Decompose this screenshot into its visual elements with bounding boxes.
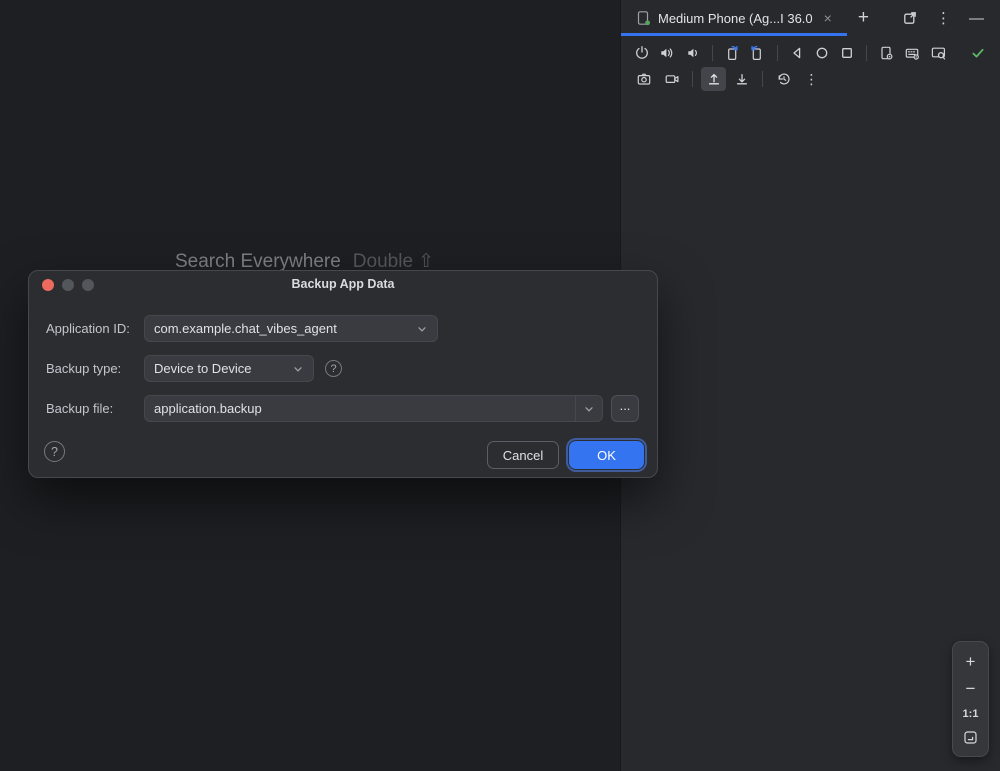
- backup-file-label: Backup file:: [46, 401, 113, 416]
- toolbar-separator: [692, 71, 693, 87]
- panel-more-icon[interactable]: ⋮: [936, 9, 951, 27]
- zoom-controls: + − 1:1: [952, 641, 989, 757]
- backup-file-combobox[interactable]: application.backup: [144, 395, 603, 422]
- minimize-icon[interactable]: —: [969, 10, 984, 27]
- device-tab-strip: Medium Phone (Ag...I 36.0 × + ⋮ —: [621, 0, 1000, 36]
- keyboard-settings-icon[interactable]: [901, 41, 923, 65]
- restore-download-icon[interactable]: [729, 67, 754, 91]
- panel-window-actions: ⋮ —: [902, 9, 1000, 27]
- device-tab[interactable]: Medium Phone (Ag...I 36.0 ×: [621, 0, 844, 36]
- toolbar-separator: [762, 71, 763, 87]
- chevron-down-icon[interactable]: [416, 323, 428, 335]
- emulator-toolbar-primary: [631, 41, 990, 65]
- screen-record-icon[interactable]: [659, 67, 684, 91]
- rotate-left-icon[interactable]: [721, 41, 743, 65]
- close-tab-icon[interactable]: ×: [820, 10, 836, 26]
- cancel-button[interactable]: Cancel: [487, 441, 559, 469]
- application-id-combobox[interactable]: com.example.chat_vibes_agent: [144, 315, 438, 342]
- active-tab-underline: [621, 33, 847, 36]
- ok-button[interactable]: OK: [569, 441, 644, 469]
- dialog-title: Backup App Data: [29, 277, 657, 291]
- power-icon[interactable]: [631, 41, 653, 65]
- toolbar-separator: [866, 45, 867, 61]
- screenshot-camera-icon[interactable]: [631, 67, 656, 91]
- overview-icon[interactable]: [836, 41, 858, 65]
- chevron-down-icon[interactable]: [292, 363, 304, 375]
- dialog-help-button[interactable]: ?: [44, 441, 65, 462]
- zoom-ratio-button[interactable]: 1:1: [963, 708, 979, 720]
- backup-app-data-dialog: Backup App Data Application ID: com.exam…: [28, 270, 658, 478]
- application-id-label: Application ID:: [46, 321, 130, 336]
- device-settings-icon[interactable]: [875, 41, 897, 65]
- emulator-toolbar-secondary: ⋮: [631, 67, 990, 91]
- home-icon[interactable]: [811, 41, 833, 65]
- shortcut-hint: Double ⇧: [353, 251, 434, 272]
- backup-type-help-icon[interactable]: ?: [325, 360, 342, 377]
- backup-type-label: Backup type:: [46, 361, 121, 376]
- check-icon[interactable]: [965, 41, 990, 65]
- toolbar-separator: [712, 45, 713, 61]
- zoom-out-button[interactable]: −: [966, 680, 976, 697]
- reset-history-icon[interactable]: [771, 67, 796, 91]
- toolbar-separator: [777, 45, 778, 61]
- browse-file-button[interactable]: ...: [611, 395, 639, 422]
- search-everywhere-label: Search Everywhere: [175, 251, 341, 272]
- running-devices-panel: Medium Phone (Ag...I 36.0 × + ⋮ —: [620, 0, 1000, 771]
- device-icon: [635, 10, 651, 26]
- volume-down-icon[interactable]: [682, 41, 704, 65]
- zoom-in-button[interactable]: +: [966, 653, 976, 670]
- device-tab-title: Medium Phone (Ag...I 36.0: [658, 11, 813, 26]
- open-in-window-icon[interactable]: [902, 10, 918, 26]
- screen-search-icon[interactable]: [926, 41, 951, 65]
- backup-upload-icon[interactable]: [701, 67, 726, 91]
- back-icon[interactable]: [785, 41, 807, 65]
- new-tab-button[interactable]: +: [852, 7, 875, 29]
- rotate-right-icon[interactable]: [746, 41, 768, 65]
- chevron-down-icon[interactable]: [575, 396, 602, 421]
- backup-type-combobox[interactable]: Device to Device: [144, 355, 314, 382]
- fit-to-window-icon[interactable]: [963, 730, 978, 745]
- volume-up-icon[interactable]: [656, 41, 678, 65]
- toolbar-more-icon[interactable]: ⋮: [799, 67, 824, 91]
